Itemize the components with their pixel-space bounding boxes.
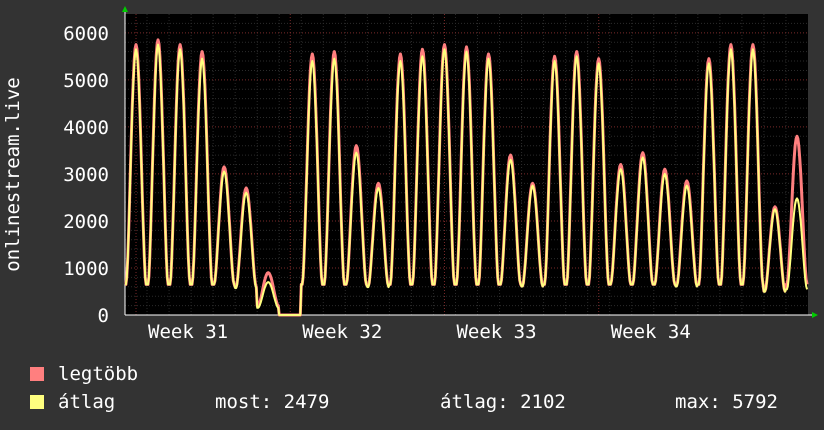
- y-tick-label: 3000: [63, 164, 109, 186]
- x-axis-arrow: [812, 312, 818, 318]
- legend-avg-label: átlag: [58, 391, 116, 413]
- y-tick-label: 2000: [63, 211, 109, 233]
- legend-max-swatch: [30, 367, 44, 381]
- legend-max: legtöbb: [30, 363, 138, 385]
- stat-max: max: 5792: [675, 391, 778, 413]
- stat-average: átlag: 2102: [440, 391, 566, 413]
- legend-avg-swatch: [30, 395, 44, 409]
- x-tick-label: Week 31: [148, 321, 228, 343]
- x-tick-label: Week 34: [611, 321, 691, 343]
- x-tick-label: Week 32: [302, 321, 382, 343]
- y-tick-label: 5000: [63, 70, 109, 92]
- y-tick-label: 6000: [63, 23, 109, 45]
- y-axis-arrow: [122, 6, 128, 12]
- y-tick-label: 4000: [63, 117, 109, 139]
- legend-max-label: legtöbb: [58, 363, 139, 385]
- y-tick-label: 1000: [63, 258, 109, 280]
- legend-avg: átlag: [30, 391, 115, 413]
- y-tick-label: 0: [98, 305, 109, 327]
- x-tick-label: Week 33: [456, 321, 536, 343]
- chart-grid: [125, 14, 808, 315]
- y-axis-label: onlinestream.live: [2, 77, 24, 271]
- stat-now: most: 2479: [215, 391, 330, 413]
